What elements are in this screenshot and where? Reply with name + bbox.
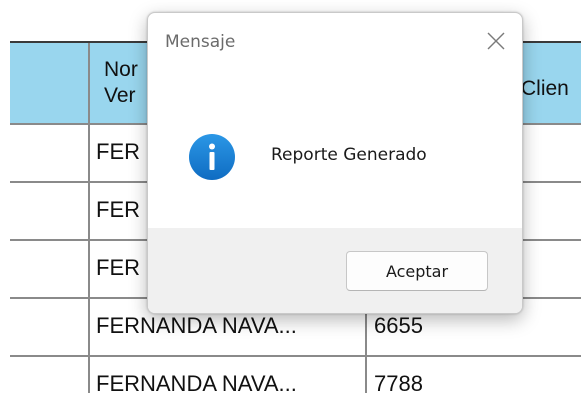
header-divider	[88, 43, 90, 123]
table-cell-value[interactable]: 6655	[374, 313, 423, 339]
table-cell-name[interactable]: FER	[96, 197, 140, 223]
table-cell-value[interactable]: 7788	[374, 371, 423, 397]
row-divider	[10, 355, 581, 357]
column-header-vendedor-line1[interactable]: Nor	[104, 57, 138, 83]
table-cell-name[interactable]: FER	[96, 255, 140, 281]
column-divider	[88, 123, 90, 393]
table-cell-name[interactable]: FERNANDA NAVA...	[96, 371, 297, 397]
table-cell-name[interactable]: FERNANDA NAVA...	[96, 313, 297, 339]
column-header-vendedor-line2[interactable]: Ver	[104, 83, 136, 109]
dialog-message: Reporte Generado	[271, 145, 427, 165]
message-dialog: Mensaje Reporte Generado Aceptar	[147, 12, 523, 314]
dialog-title: Mensaje	[165, 32, 236, 52]
close-icon	[487, 32, 505, 50]
dialog-footer: Aceptar	[148, 228, 522, 313]
close-button[interactable]	[484, 29, 508, 53]
column-header-cliente[interactable]: Clien	[521, 76, 569, 102]
info-icon	[188, 133, 236, 181]
table-cell-name[interactable]: FER	[96, 139, 140, 165]
ok-button[interactable]: Aceptar	[346, 251, 488, 291]
